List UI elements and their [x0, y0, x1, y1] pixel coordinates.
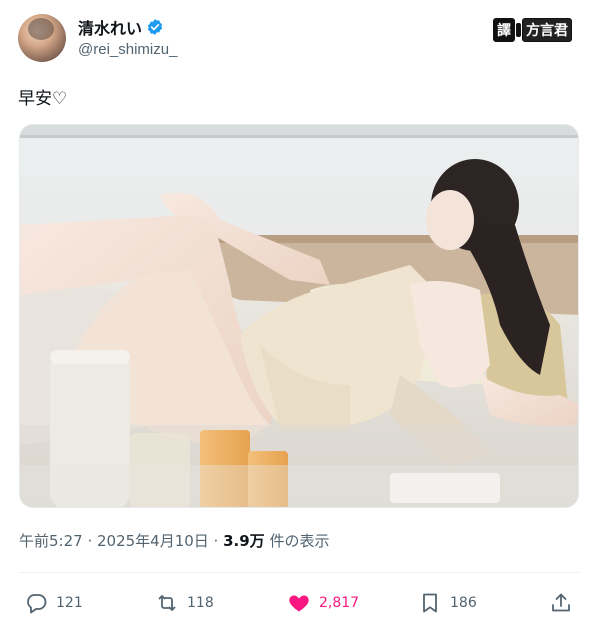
bookmark-button[interactable]: 186 — [418, 585, 477, 621]
share-button[interactable] — [549, 585, 573, 621]
heart-icon — [289, 595, 309, 612]
share-icon — [552, 593, 570, 612]
reply-button[interactable]: 121 — [24, 585, 83, 621]
tweet-photo[interactable] — [19, 124, 579, 508]
like-count: 2,817 — [319, 595, 360, 611]
watermark-separator — [516, 23, 521, 37]
repost-button[interactable]: 118 — [155, 585, 214, 621]
avatar[interactable] — [18, 14, 66, 62]
watermark-part-2: 方言君 — [522, 18, 572, 42]
repost-icon — [158, 595, 176, 611]
photo-illustration — [20, 125, 578, 507]
watermark-part-1: 譯 — [493, 18, 515, 42]
timestamp[interactable]: 午前5:27 · 2025年4月10日 · — [19, 532, 223, 550]
reply-icon — [27, 594, 47, 614]
tweet-meta: 午前5:27 · 2025年4月10日 · 3.9万 件の表示 — [19, 530, 329, 551]
user-names: 清水れい @rei_shimizu_ — [78, 16, 177, 58]
display-name[interactable]: 清水れい — [78, 15, 142, 39]
reply-count: 121 — [56, 595, 83, 611]
bookmark-icon — [423, 593, 437, 613]
tweet-text: 早安♡ — [18, 89, 68, 109]
display-name-row: 清水れい — [78, 16, 177, 38]
like-button[interactable]: 2,817 — [287, 585, 359, 621]
divider — [18, 572, 580, 573]
action-bar: 121 118 2,817 186 — [0, 585, 598, 621]
views-count: 3.9万 — [223, 532, 265, 550]
user-handle[interactable]: @rei_shimizu_ — [78, 41, 177, 58]
watermark: 譯 方言君 — [493, 18, 572, 42]
verified-badge-icon — [147, 19, 163, 35]
bookmark-count: 186 — [450, 595, 477, 611]
repost-count: 118 — [187, 595, 214, 611]
views-label: 件の表示 — [264, 532, 330, 550]
